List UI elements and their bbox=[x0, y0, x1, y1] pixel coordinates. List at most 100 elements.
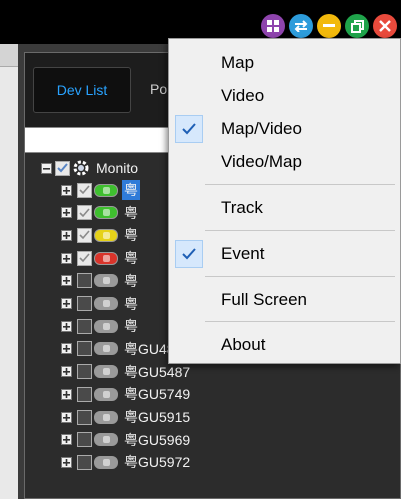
device-label: 粤 bbox=[124, 295, 138, 312]
expand-icon[interactable] bbox=[61, 298, 72, 309]
swap-icon[interactable] bbox=[289, 14, 313, 38]
tree-root-label: Monito bbox=[96, 160, 139, 176]
tab-dev-list-label: Dev List bbox=[56, 82, 108, 98]
menu-item-about[interactable]: About bbox=[169, 330, 400, 360]
restore-icon[interactable] bbox=[345, 14, 369, 38]
tree-device-row[interactable]: 粤GU5969 bbox=[61, 429, 192, 451]
tab-dev-list[interactable]: Dev List bbox=[33, 67, 131, 113]
vehicle-icon bbox=[94, 455, 118, 469]
close-icon[interactable] bbox=[373, 14, 397, 38]
vehicle-icon bbox=[94, 297, 118, 310]
device-checkbox[interactable] bbox=[77, 250, 92, 266]
menu-item-track[interactable]: Track bbox=[169, 193, 400, 223]
menu-separator bbox=[205, 276, 395, 277]
device-label: 粤 bbox=[124, 272, 138, 289]
menu-item-full-screen-label: Full Screen bbox=[221, 290, 307, 309]
expand-icon[interactable] bbox=[61, 434, 72, 446]
expand-icon[interactable] bbox=[61, 184, 72, 196]
tree-device-row[interactable]: 粤GU5915 bbox=[61, 406, 192, 428]
device-label: 粤 bbox=[124, 250, 138, 267]
tree-device-row[interactable]: 粤GU5749 bbox=[61, 383, 192, 405]
vehicle-icon bbox=[94, 387, 118, 401]
gear-icon bbox=[72, 159, 90, 177]
expand-icon[interactable] bbox=[61, 252, 72, 264]
menu-item-map[interactable]: Map bbox=[169, 48, 400, 78]
left-edge-panel bbox=[0, 44, 18, 499]
device-checkbox[interactable] bbox=[77, 409, 92, 425]
device-label: 粤GU5487 bbox=[124, 363, 191, 380]
vehicle-icon bbox=[94, 206, 118, 220]
expand-icon[interactable] bbox=[61, 456, 72, 468]
menu-item-map-video[interactable]: Map/Video bbox=[169, 114, 400, 144]
expand-icon[interactable] bbox=[61, 207, 72, 219]
menu-item-full-screen[interactable]: Full Screen bbox=[169, 285, 400, 315]
view-menu: Map Video Map/Video Video/Map Track Even… bbox=[168, 38, 401, 364]
grid-icon[interactable] bbox=[261, 14, 285, 38]
vehicle-icon bbox=[94, 365, 118, 379]
device-label: 粤 bbox=[122, 180, 140, 200]
menu-item-track-label: Track bbox=[221, 198, 263, 217]
device-label: 粤GU5969 bbox=[124, 431, 191, 448]
device-checkbox[interactable] bbox=[77, 432, 92, 448]
expand-icon[interactable] bbox=[61, 366, 72, 378]
device-label: 粤 bbox=[124, 227, 138, 244]
vehicle-icon bbox=[94, 251, 118, 265]
menu-item-map-video-label: Map/Video bbox=[221, 119, 302, 138]
menu-item-video-label: Video bbox=[221, 86, 265, 105]
menu-item-event[interactable]: Event bbox=[169, 239, 400, 269]
device-checkbox[interactable] bbox=[77, 227, 92, 243]
vehicle-icon bbox=[94, 342, 118, 356]
device-label: 粤GU5915 bbox=[124, 409, 191, 425]
menu-item-map-label: Map bbox=[221, 53, 255, 72]
expand-icon[interactable] bbox=[61, 320, 72, 332]
vehicle-icon bbox=[94, 274, 118, 288]
menu-separator bbox=[205, 184, 395, 185]
check-icon bbox=[175, 240, 203, 268]
left-edge-header bbox=[0, 44, 18, 67]
menu-item-event-label: Event bbox=[221, 244, 265, 263]
expand-icon[interactable] bbox=[61, 388, 72, 400]
device-checkbox[interactable] bbox=[77, 205, 92, 221]
menu-separator bbox=[205, 230, 395, 231]
device-checkbox[interactable] bbox=[77, 273, 92, 289]
vehicle-icon bbox=[94, 410, 118, 424]
menu-separator bbox=[205, 321, 395, 322]
root-checkbox[interactable] bbox=[55, 160, 70, 176]
tree-device-row[interactable]: 粤 bbox=[61, 179, 140, 201]
tree-device-row[interactable]: 粤 bbox=[61, 315, 140, 337]
device-checkbox[interactable] bbox=[77, 454, 92, 470]
expand-icon[interactable] bbox=[61, 411, 72, 423]
tree-device-row[interactable]: 粤GU5972 bbox=[61, 451, 192, 473]
device-label: 粤 bbox=[124, 318, 138, 335]
tree-device-row[interactable]: 粤 bbox=[61, 270, 140, 292]
device-checkbox[interactable] bbox=[77, 318, 92, 334]
vehicle-icon bbox=[94, 433, 118, 447]
vehicle-icon bbox=[94, 183, 118, 197]
expand-icon[interactable] bbox=[61, 275, 72, 287]
tab-po-label: Po bbox=[150, 81, 168, 97]
device-checkbox[interactable] bbox=[77, 386, 92, 402]
menu-item-video[interactable]: Video bbox=[169, 81, 400, 111]
tree-device-row[interactable]: 粤 bbox=[61, 202, 140, 224]
tree-root-row[interactable]: Monito bbox=[41, 157, 140, 179]
tree-device-row[interactable]: 粤 bbox=[61, 224, 140, 246]
device-checkbox[interactable] bbox=[77, 341, 92, 357]
tree-device-row[interactable]: 粤 bbox=[61, 293, 140, 315]
device-checkbox[interactable] bbox=[77, 296, 92, 311]
tree-device-row[interactable]: 粤 bbox=[61, 247, 140, 269]
vehicle-icon bbox=[94, 228, 118, 242]
device-label: 粤GU5972 bbox=[124, 454, 191, 471]
device-label: 粤GU5749 bbox=[124, 386, 191, 403]
menu-item-video-map-label: Video/Map bbox=[221, 152, 302, 171]
menu-item-about-label: About bbox=[221, 335, 266, 354]
collapse-icon[interactable] bbox=[41, 162, 52, 174]
expand-icon[interactable] bbox=[61, 343, 72, 355]
check-icon bbox=[175, 115, 203, 143]
expand-icon[interactable] bbox=[61, 229, 72, 241]
device-checkbox[interactable] bbox=[77, 364, 92, 380]
minimize-icon[interactable] bbox=[317, 14, 341, 38]
vehicle-icon bbox=[94, 319, 118, 333]
menu-item-video-map[interactable]: Video/Map bbox=[169, 147, 400, 177]
device-checkbox[interactable] bbox=[77, 182, 92, 198]
device-label: 粤 bbox=[124, 204, 138, 221]
